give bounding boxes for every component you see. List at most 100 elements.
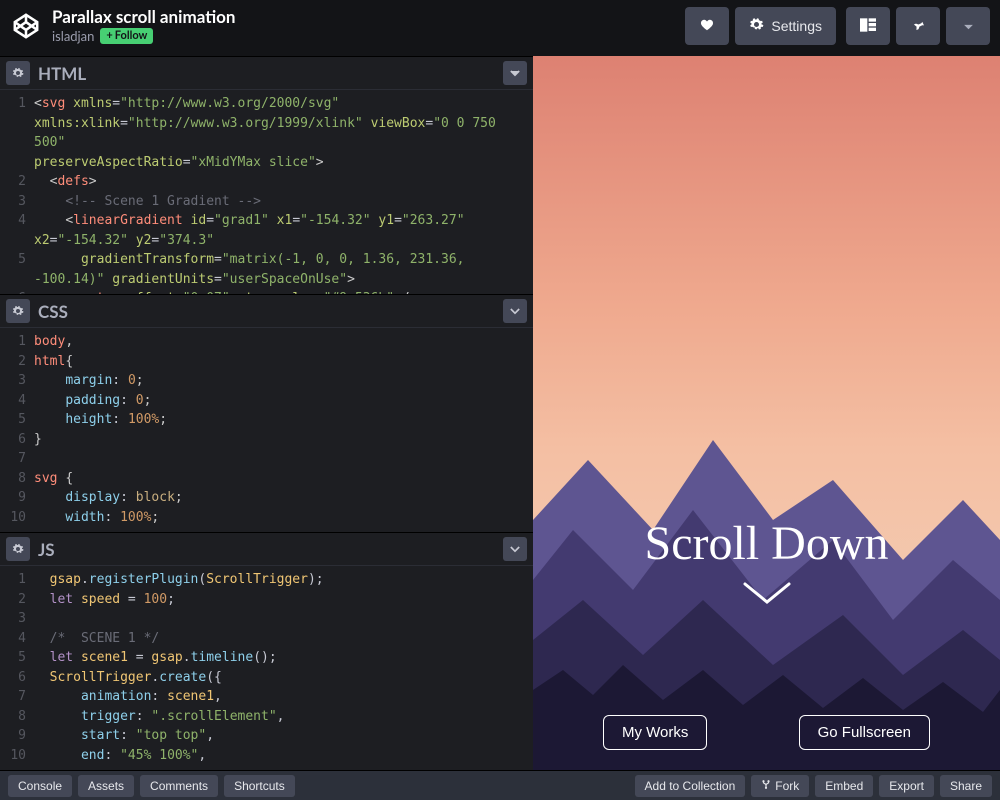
code-line[interactable]: 9 start: "top top", (0, 726, 533, 746)
pin-button[interactable] (896, 7, 940, 45)
code-line[interactable]: 2 let speed = 100; (0, 590, 533, 610)
code-text[interactable]: gsap.registerPlugin(ScrollTrigger); (34, 570, 533, 590)
chevron-down-icon (963, 18, 974, 34)
code-text[interactable]: start: "top top", (34, 726, 533, 746)
code-text[interactable]: <defs> (34, 172, 533, 192)
code-line[interactable]: 2html{ (0, 352, 533, 372)
code-text[interactable] (34, 609, 533, 629)
line-number: 3 (0, 192, 34, 212)
preview-scroll-arrow (737, 578, 797, 614)
code-line[interactable]: 5 gradientTransform="matrix(-1, 0, 0, 1.… (0, 250, 533, 270)
line-number: 4 (0, 629, 34, 649)
line-number: 2 (0, 352, 34, 372)
code-text[interactable]: padding: 0; (34, 391, 533, 411)
css-editor-settings[interactable] (6, 299, 30, 323)
code-line[interactable]: preserveAspectRatio="xMidYMax slice"> (0, 153, 533, 173)
code-text[interactable]: ScrollTrigger.create({ (34, 668, 533, 688)
line-number: 7 (0, 687, 34, 707)
line-number: 8 (0, 469, 34, 489)
line-number: 2 (0, 172, 34, 192)
code-text[interactable]: <linearGradient id="grad1" x1="-154.32" … (34, 211, 533, 231)
code-line[interactable]: 3 margin: 0; (0, 371, 533, 391)
html-editor-settings[interactable] (6, 61, 30, 85)
go-fullscreen-button[interactable]: Go Fullscreen (799, 715, 930, 750)
code-text[interactable]: end: "45% 100%", (34, 746, 533, 766)
console-button[interactable]: Console (8, 775, 72, 797)
layout-button[interactable] (846, 7, 890, 45)
code-text[interactable]: svg { (34, 469, 533, 489)
shortcuts-button[interactable]: Shortcuts (224, 775, 295, 797)
code-line[interactable]: x2="-154.32" y2="374.3" (0, 231, 533, 251)
code-line[interactable]: 7 animation: scene1, (0, 687, 533, 707)
html-editor-menu[interactable] (503, 61, 527, 85)
code-text[interactable]: <svg xmlns="http://www.w3.org/2000/svg" (34, 94, 533, 114)
more-button[interactable] (946, 7, 990, 45)
my-works-button[interactable]: My Works (603, 715, 707, 750)
code-line[interactable]: 10 end: "45% 100%", (0, 746, 533, 766)
code-line[interactable]: xmlns:xlink="http://www.w3.org/1999/xlin… (0, 114, 533, 153)
code-text[interactable]: -100.14)" gradientUnits="userSpaceOnUse"… (34, 270, 533, 290)
pen-author[interactable]: isladjan (52, 29, 94, 43)
line-number: 2 (0, 590, 34, 610)
css-editor-menu[interactable] (503, 299, 527, 323)
line-number: 9 (0, 726, 34, 746)
add-collection-button[interactable]: Add to Collection (635, 775, 746, 797)
code-line[interactable]: 5 height: 100%; (0, 410, 533, 430)
code-text[interactable]: preserveAspectRatio="xMidYMax slice"> (34, 153, 533, 173)
js-editor-settings[interactable] (6, 537, 30, 561)
fork-button[interactable]: Fork (751, 775, 809, 797)
code-text[interactable]: gradientTransform="matrix(-1, 0, 0, 1.36… (34, 250, 533, 270)
code-text[interactable]: let scene1 = gsap.timeline(); (34, 648, 533, 668)
code-text[interactable]: } (34, 430, 533, 450)
editor-column: HTML 1<svg xmlns="http://www.w3.org/2000… (0, 56, 533, 770)
follow-button[interactable]: + Follow (100, 28, 153, 44)
code-line[interactable]: 1 gsap.registerPlugin(ScrollTrigger); (0, 570, 533, 590)
code-text[interactable]: x2="-154.32" y2="374.3" (34, 231, 533, 251)
gear-icon (12, 67, 24, 79)
code-text[interactable] (34, 449, 533, 469)
embed-button[interactable]: Embed (815, 775, 873, 797)
code-text[interactable]: height: 100%; (34, 410, 533, 430)
code-line[interactable]: 8 trigger: ".scrollElement", (0, 707, 533, 727)
code-line[interactable]: -100.14)" gradientUnits="userSpaceOnUse"… (0, 270, 533, 290)
code-line[interactable]: 1body, (0, 332, 533, 352)
code-line[interactable]: 4 padding: 0; (0, 391, 533, 411)
code-line[interactable]: 5 let scene1 = gsap.timeline(); (0, 648, 533, 668)
code-line[interactable]: 10 width: 100%; (0, 508, 533, 528)
css-code-area[interactable]: 1body,2html{3 margin: 0;4 padding: 0;5 h… (0, 328, 533, 532)
code-line[interactable]: 3 <!-- Scene 1 Gradient --> (0, 192, 533, 212)
html-code-area[interactable]: 1<svg xmlns="http://www.w3.org/2000/svg"… (0, 90, 533, 294)
preview-pane[interactable]: Scroll Down My Works Go Fullscreen (533, 56, 1000, 770)
js-editor-menu[interactable] (503, 537, 527, 561)
export-button[interactable]: Export (879, 775, 934, 797)
comments-button[interactable]: Comments (140, 775, 218, 797)
code-line[interactable]: 9 display: block; (0, 488, 533, 508)
code-text[interactable]: html{ (34, 352, 533, 372)
code-text[interactable]: <!-- Scene 1 Gradient --> (34, 192, 533, 212)
code-line[interactable]: 4 <linearGradient id="grad1" x1="-154.32… (0, 211, 533, 231)
share-button[interactable]: Share (940, 775, 992, 797)
code-line[interactable]: 7 (0, 449, 533, 469)
code-text[interactable]: xmlns:xlink="http://www.w3.org/1999/xlin… (34, 114, 533, 153)
code-text[interactable]: display: block; (34, 488, 533, 508)
pen-title: Parallax scroll animation (52, 8, 236, 27)
code-text[interactable]: width: 100%; (34, 508, 533, 528)
code-line[interactable]: 6 ScrollTrigger.create({ (0, 668, 533, 688)
settings-button[interactable]: Settings (735, 7, 836, 45)
code-line[interactable]: 8svg { (0, 469, 533, 489)
code-text[interactable]: animation: scene1, (34, 687, 533, 707)
code-line[interactable]: 4 /* SCENE 1 */ (0, 629, 533, 649)
code-text[interactable]: body, (34, 332, 533, 352)
codepen-logo[interactable] (10, 10, 42, 42)
js-code-area[interactable]: 1 gsap.registerPlugin(ScrollTrigger);2 l… (0, 566, 533, 770)
like-button[interactable] (685, 7, 729, 45)
code-text[interactable]: /* SCENE 1 */ (34, 629, 533, 649)
assets-button[interactable]: Assets (78, 775, 134, 797)
code-text[interactable]: trigger: ".scrollElement", (34, 707, 533, 727)
code-line[interactable]: 2 <defs> (0, 172, 533, 192)
code-text[interactable]: margin: 0; (34, 371, 533, 391)
code-line[interactable]: 3 (0, 609, 533, 629)
code-line[interactable]: 6} (0, 430, 533, 450)
code-text[interactable]: let speed = 100; (34, 590, 533, 610)
code-line[interactable]: 1<svg xmlns="http://www.w3.org/2000/svg" (0, 94, 533, 114)
